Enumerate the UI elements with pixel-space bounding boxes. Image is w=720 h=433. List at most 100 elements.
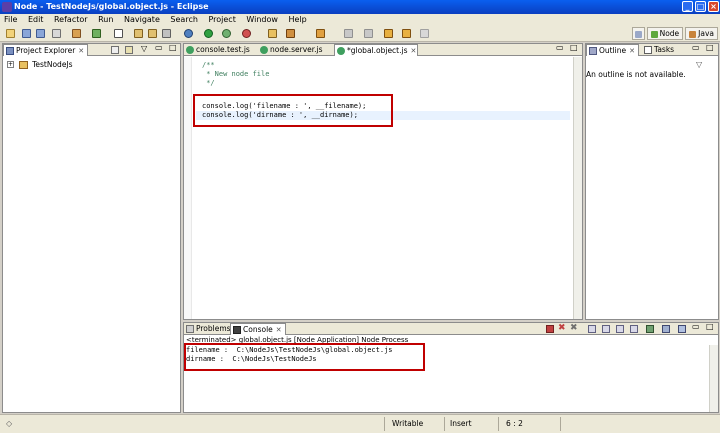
tab-outline[interactable]: Outline ✕ (586, 44, 640, 56)
debug-icon[interactable] (184, 29, 193, 38)
status-divider (498, 417, 499, 431)
close-icon[interactable]: ✕ (78, 47, 84, 55)
pencil-icon[interactable] (286, 29, 295, 38)
tab-project-explorer-label: Project Explorer (16, 46, 76, 55)
open-type-icon[interactable] (134, 29, 143, 38)
console-panel: Problems Console ✕ ✖ ✖ ▭ □ <terminated> g… (183, 322, 719, 413)
tab-console-test-js[interactable]: console.test.js (184, 44, 256, 56)
perspective-java-label: Java (698, 29, 714, 38)
main-toolbar: Node Java (0, 26, 720, 42)
minimize-view-icon[interactable]: ▭ (556, 43, 564, 52)
prev-annotation-icon[interactable] (364, 29, 373, 38)
show-console-icon[interactable] (630, 325, 638, 333)
menu-search[interactable]: Search (166, 14, 201, 26)
collapse-all-icon[interactable] (111, 46, 119, 54)
code-line-3: */ (202, 79, 215, 87)
remove-launch-icon[interactable]: ✖ (558, 323, 566, 333)
maximize-view-icon[interactable]: □ (706, 322, 714, 331)
open-perspective-button[interactable] (631, 27, 645, 40)
back-icon[interactable] (402, 29, 411, 38)
maximize-view-icon[interactable]: □ (169, 43, 177, 52)
minimize-view-icon[interactable]: ▭ (692, 322, 700, 331)
minimize-view-icon[interactable]: ▭ (692, 43, 700, 52)
minimize-button[interactable]: _ (682, 1, 693, 12)
external-tools-icon[interactable] (242, 29, 251, 38)
expand-toggle[interactable]: + (7, 61, 14, 68)
menu-file[interactable]: File (0, 14, 21, 26)
last-edit-icon[interactable] (384, 29, 393, 38)
maximize-view-icon[interactable]: □ (570, 43, 578, 52)
tab-console[interactable]: Console ✕ (230, 323, 286, 335)
console-tabbar: Problems Console ✕ ✖ ✖ ▭ □ (184, 322, 718, 335)
next-annotation-icon[interactable] (344, 29, 353, 38)
tasks-icon (644, 46, 652, 54)
editor-scrollbar[interactable] (573, 57, 582, 319)
status-insert-mode: Insert (450, 419, 472, 428)
console-highlight-box (184, 343, 425, 371)
outline-icon (589, 47, 597, 55)
remove-all-icon[interactable]: ✖ (570, 323, 578, 333)
forward-icon[interactable] (420, 29, 429, 38)
status-divider (384, 417, 385, 431)
task-icon[interactable] (114, 29, 123, 38)
run-config-icon[interactable] (222, 29, 231, 38)
close-icon[interactable]: ✕ (629, 47, 635, 55)
tab-project-explorer[interactable]: Project Explorer ✕ (3, 44, 89, 56)
build-icon[interactable] (72, 29, 81, 38)
perspective-node[interactable]: Node (646, 27, 684, 40)
maximize-view-icon[interactable]: □ (706, 43, 714, 52)
tab-problems[interactable]: Problems (184, 323, 234, 335)
view-menu-icon[interactable]: ▽ (141, 44, 147, 53)
open-console-icon[interactable] (678, 325, 686, 333)
tab-tasks[interactable]: Tasks (642, 44, 677, 56)
menu-navigate[interactable]: Navigate (120, 14, 164, 26)
run-icon[interactable] (204, 29, 213, 38)
open-folder-icon[interactable] (268, 29, 277, 38)
project-folder-icon (18, 60, 28, 69)
minimize-view-icon[interactable]: ▭ (155, 43, 163, 52)
close-icon[interactable]: ✕ (411, 47, 417, 55)
menu-run[interactable]: Run (94, 14, 117, 26)
display-console-icon[interactable] (662, 325, 670, 333)
view-menu-icon[interactable]: ▽ (696, 60, 702, 69)
perspective-java[interactable]: Java (685, 27, 718, 40)
project-explorer-panel: Project Explorer ✕ ▽ ▭ □ + TestNodeJs (2, 43, 181, 413)
save-icon[interactable] (22, 29, 31, 38)
new-icon[interactable] (6, 29, 15, 38)
clear-console-icon[interactable] (588, 325, 596, 333)
scroll-lock-icon[interactable] (602, 325, 610, 333)
close-button[interactable]: × (708, 1, 719, 12)
menu-edit[interactable]: Edit (24, 14, 48, 26)
tab-node-server-js[interactable]: node.server.js (258, 44, 334, 56)
java-perspective-icon (689, 30, 697, 38)
menu-project[interactable]: Project (204, 14, 239, 26)
window-title: Node - TestNodeJs/global.object.js - Ecl… (14, 2, 209, 11)
console-scrollbar[interactable] (709, 345, 718, 412)
wrench-icon[interactable] (162, 29, 171, 38)
tree-item-testnodejs[interactable]: + TestNodeJs (7, 60, 73, 70)
terminate-icon[interactable] (546, 325, 554, 333)
pin-console-icon[interactable] (646, 325, 654, 333)
status-divider (444, 417, 445, 431)
fast-view-icon[interactable]: ◇ (6, 419, 12, 428)
js-file-icon (337, 47, 345, 55)
save-all-icon[interactable] (36, 29, 45, 38)
code-editor[interactable]: /** * New node file */ console.log('file… (184, 57, 582, 319)
menu-window[interactable]: Window (242, 14, 282, 26)
status-cursor-position: 6 : 2 (506, 419, 523, 428)
tab-global-object-js[interactable]: *global.object.js ✕ (334, 44, 418, 56)
build-all-icon[interactable] (92, 29, 101, 38)
word-wrap-icon[interactable] (616, 325, 624, 333)
title-bar: Node - TestNodeJs/global.object.js - Ecl… (0, 0, 720, 14)
status-writable: Writable (392, 419, 424, 428)
link-editor-icon[interactable] (125, 46, 133, 54)
close-icon[interactable]: ✕ (276, 326, 282, 334)
menu-bar: File Edit Refactor Run Navigate Search P… (0, 14, 720, 26)
menu-help[interactable]: Help (284, 14, 310, 26)
maximize-button[interactable]: □ (695, 1, 706, 12)
annotation-icon[interactable] (316, 29, 325, 38)
open-resource-icon[interactable] (148, 29, 157, 38)
menu-refactor[interactable]: Refactor (50, 14, 92, 26)
print-icon[interactable] (52, 29, 61, 38)
outline-panel: Outline ✕ Tasks ▭ □ ▽ An outline is not a… (585, 43, 719, 320)
